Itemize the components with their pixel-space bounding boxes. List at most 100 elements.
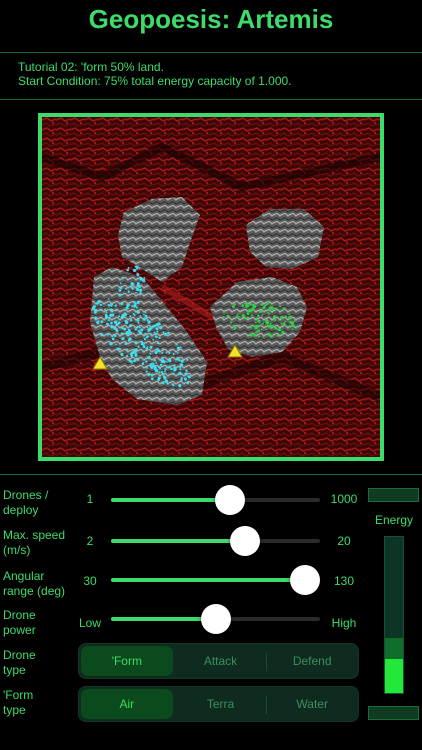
drone-dot bbox=[155, 327, 159, 331]
drone-dot bbox=[256, 318, 259, 321]
drone-dot bbox=[106, 332, 110, 336]
terrain-view[interactable] bbox=[42, 117, 380, 457]
drone-dot bbox=[125, 321, 129, 325]
drone-dot bbox=[136, 300, 140, 304]
angular-range-slider[interactable] bbox=[111, 565, 321, 595]
drone-dot bbox=[114, 304, 117, 307]
slider-thumb[interactable] bbox=[229, 526, 260, 556]
drone-dot bbox=[129, 324, 133, 328]
drone-dot bbox=[99, 303, 103, 307]
drone-dot bbox=[161, 381, 165, 385]
tutorial-info: Tutorial 02: 'form 50% land. Start Condi… bbox=[18, 60, 292, 88]
drone-dot bbox=[107, 304, 111, 307]
drone-dot bbox=[110, 321, 113, 325]
drone-dot bbox=[273, 316, 276, 319]
drone-dot bbox=[120, 302, 124, 305]
drone-dot bbox=[118, 347, 122, 351]
drone-dot bbox=[179, 373, 182, 376]
drone-dot bbox=[134, 354, 138, 357]
slider-thumb[interactable] bbox=[215, 485, 246, 515]
drone-dot bbox=[276, 328, 279, 331]
drone-dot bbox=[290, 321, 295, 325]
drone-dot bbox=[146, 326, 149, 329]
planet-map[interactable] bbox=[38, 113, 384, 461]
drone-dot bbox=[107, 297, 110, 300]
drone-dot bbox=[145, 360, 148, 363]
drone-dot bbox=[136, 273, 140, 277]
drone-dot bbox=[136, 310, 140, 314]
form-type-terra-option[interactable]: Terra bbox=[175, 687, 267, 721]
drone-dot bbox=[273, 318, 277, 322]
max-speed-slider[interactable] bbox=[111, 526, 320, 556]
drone-dot bbox=[243, 316, 247, 320]
drone-dot bbox=[115, 329, 119, 333]
slider-min-label: Low bbox=[78, 616, 101, 630]
drone-dot bbox=[280, 315, 284, 320]
drone-dot bbox=[118, 315, 121, 318]
drone-dot bbox=[115, 320, 118, 323]
drone-dot bbox=[104, 308, 106, 311]
drone-dot bbox=[97, 300, 101, 304]
drone-power-label: Drone power bbox=[3, 608, 36, 637]
drone-dot bbox=[155, 361, 158, 364]
form-type-water-option[interactable]: Water bbox=[266, 687, 358, 721]
drone-dot bbox=[126, 303, 130, 307]
drone-dot bbox=[134, 328, 137, 331]
drone-dot bbox=[128, 331, 131, 334]
drone-dot bbox=[168, 351, 171, 354]
form-type-air-option[interactable]: Air bbox=[81, 689, 173, 719]
drone-dot bbox=[150, 377, 154, 381]
slider-min-label: 2 bbox=[86, 534, 94, 548]
drone-dot bbox=[124, 342, 128, 345]
drones-slider[interactable] bbox=[111, 485, 320, 515]
drone-dot bbox=[288, 315, 293, 319]
drone-type-attack-option[interactable]: Attack bbox=[175, 644, 267, 678]
drone-dot bbox=[137, 321, 140, 324]
drone-dot bbox=[159, 363, 163, 367]
slider-max-label: 1000 bbox=[330, 492, 358, 506]
slider-thumb[interactable] bbox=[200, 604, 231, 634]
slider-thumb[interactable] bbox=[290, 565, 321, 595]
info-divider bbox=[0, 99, 422, 100]
slider-fill bbox=[111, 498, 231, 502]
drone-dot bbox=[153, 331, 156, 334]
drone-dot bbox=[105, 311, 108, 314]
drone-dot bbox=[109, 308, 114, 312]
drone-power-slider[interactable] bbox=[111, 604, 320, 634]
drone-dot bbox=[235, 315, 239, 319]
drone-type-selector[interactable]: 'Form Attack Defend bbox=[78, 643, 359, 679]
drone-dot bbox=[115, 309, 118, 312]
drone-dot bbox=[129, 319, 133, 322]
drone-dot bbox=[132, 268, 137, 273]
drone-dot bbox=[293, 320, 296, 322]
drone-dot bbox=[126, 268, 130, 272]
drone-dot bbox=[262, 322, 264, 325]
drone-type-defend-option[interactable]: Defend bbox=[266, 644, 358, 678]
drone-dot bbox=[134, 265, 137, 268]
drone-dot bbox=[183, 377, 187, 381]
drone-dot bbox=[284, 315, 287, 319]
drone-dot bbox=[249, 326, 252, 329]
drone-dot bbox=[139, 277, 143, 281]
drone-dot bbox=[160, 361, 163, 364]
drone-dot bbox=[127, 290, 130, 293]
drone-dot bbox=[292, 325, 295, 328]
drone-dot bbox=[274, 307, 277, 311]
drone-dot bbox=[179, 368, 182, 371]
drone-dot bbox=[276, 334, 280, 337]
drone-dot bbox=[128, 359, 132, 363]
drone-dot bbox=[106, 322, 109, 326]
drone-dot bbox=[132, 313, 135, 315]
drone-dot bbox=[110, 302, 114, 306]
drone-dot bbox=[161, 372, 164, 375]
drone-dot bbox=[111, 335, 114, 338]
drone-dot bbox=[117, 316, 119, 319]
drone-dot bbox=[104, 313, 108, 317]
form-type-selector[interactable]: Air Terra Water bbox=[78, 686, 359, 722]
drone-dot bbox=[259, 310, 263, 313]
drone-dot bbox=[130, 361, 133, 364]
drone-type-form-option[interactable]: 'Form bbox=[81, 646, 173, 676]
drone-dot bbox=[241, 314, 245, 318]
drone-dot bbox=[253, 333, 257, 337]
drone-dot bbox=[165, 361, 168, 363]
